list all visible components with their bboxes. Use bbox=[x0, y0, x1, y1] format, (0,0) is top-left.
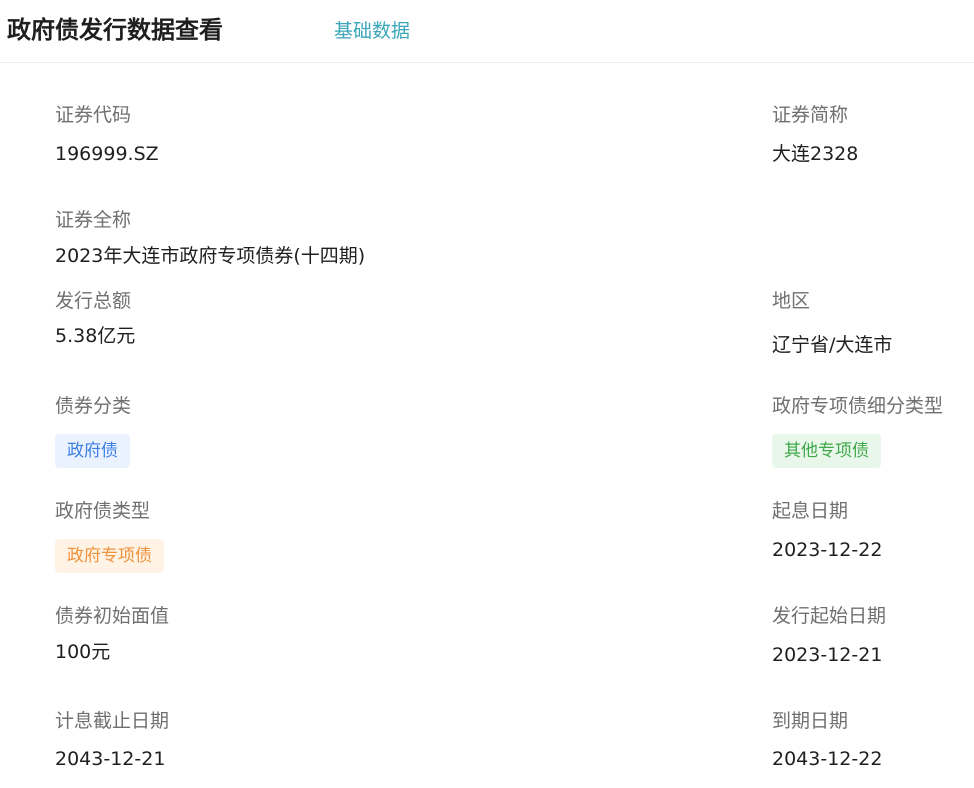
label-security-short-name: 证券简称 bbox=[772, 104, 849, 126]
value-value-date: 2023-12-22 bbox=[772, 539, 883, 561]
value-security-short-name: 大连2328 bbox=[772, 143, 859, 165]
page-header: 政府债发行数据查看 基础数据 bbox=[0, 0, 974, 63]
value-security-full-name: 2023年大连市政府专项债券(十四期) bbox=[55, 245, 366, 267]
value-initial-face-value: 100元 bbox=[55, 641, 111, 663]
label-interest-end-date: 计息截止日期 bbox=[55, 710, 170, 732]
value-issue-start-date: 2023-12-21 bbox=[772, 644, 883, 666]
label-maturity-date: 到期日期 bbox=[772, 710, 849, 732]
value-region: 辽宁省/大连市 bbox=[772, 334, 893, 356]
label-gov-bond-type: 政府债类型 bbox=[55, 500, 151, 522]
value-interest-end-date: 2043-12-21 bbox=[55, 748, 166, 770]
label-region: 地区 bbox=[772, 290, 811, 312]
value-total-issue: 5.38亿元 bbox=[55, 325, 136, 347]
label-bond-category: 债券分类 bbox=[55, 395, 132, 417]
label-issue-start-date: 发行起始日期 bbox=[772, 605, 887, 627]
value-security-code: 196999.SZ bbox=[55, 143, 159, 165]
tab-basic-data[interactable]: 基础数据 bbox=[334, 17, 410, 45]
label-initial-face-value: 债券初始面值 bbox=[55, 605, 170, 627]
tag-bond-category: 政府债 bbox=[55, 434, 130, 468]
label-total-issue: 发行总额 bbox=[55, 290, 132, 312]
page-title: 政府债发行数据查看 bbox=[7, 16, 223, 44]
value-maturity-date: 2043-12-22 bbox=[772, 748, 883, 770]
tag-special-bond-subtype: 其他专项债 bbox=[772, 434, 881, 468]
label-security-full-name: 证券全称 bbox=[55, 209, 132, 231]
label-special-bond-subtype: 政府专项债细分类型 bbox=[772, 395, 944, 417]
label-value-date: 起息日期 bbox=[772, 500, 849, 522]
tag-gov-bond-type: 政府专项债 bbox=[55, 539, 164, 573]
page: 政府债发行数据查看 基础数据 证券代码 196999.SZ 证券简称 大连232… bbox=[0, 0, 974, 788]
label-security-code: 证券代码 bbox=[55, 104, 132, 126]
